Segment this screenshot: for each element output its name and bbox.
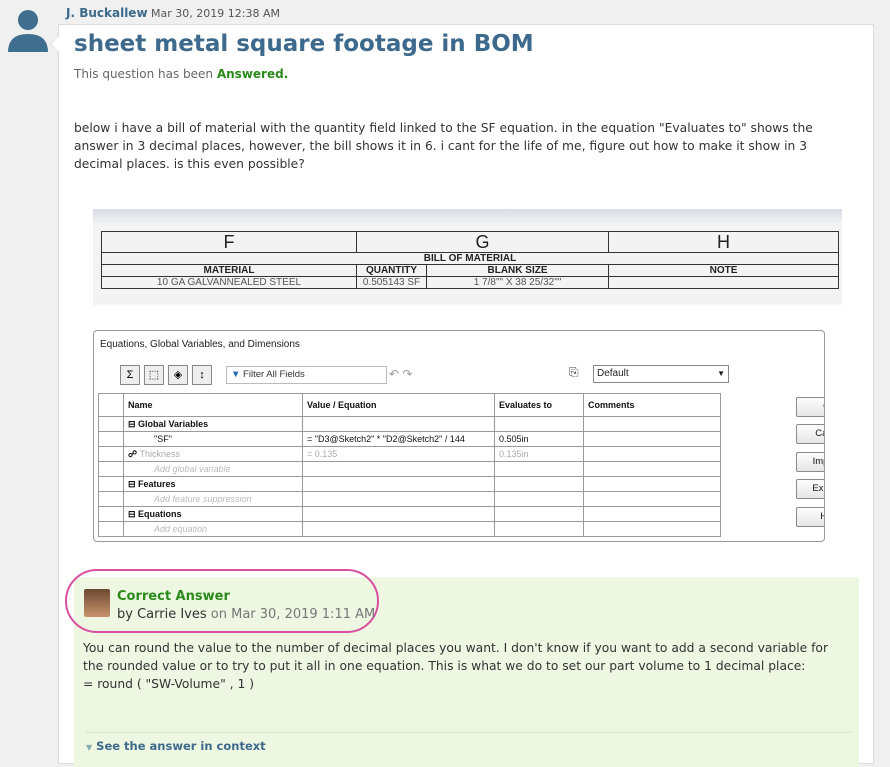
bom-col-letter: H <box>608 231 839 253</box>
bom-header: BLANK SIZE <box>426 264 609 277</box>
question-card: sheet metal square footage in BOM This q… <box>50 24 874 767</box>
row-name: Features <box>138 478 176 489</box>
status-answered-link[interactable]: Answered. <box>217 67 288 81</box>
row-value: = 0.135 <box>302 446 495 462</box>
ok-button[interactable]: OK <box>796 397 824 417</box>
table-row[interactable]: ⊟ Equations <box>98 506 721 522</box>
filter-input[interactable]: ▼ Filter All Fields <box>226 366 387 384</box>
table-row[interactable]: "SF" = "D3@Sketch2" * "D2@Sketch2" / 144 0… <box>98 431 721 447</box>
table-row[interactable]: ⊟ Features <box>98 476 721 492</box>
table-row[interactable]: ⊟ Global Variables <box>98 416 721 432</box>
user-avatar-icon[interactable] <box>8 8 48 52</box>
bom-header: MATERIAL <box>101 264 357 277</box>
bom-col-letter: F <box>101 231 357 253</box>
col-header: Evaluates to <box>494 393 584 417</box>
row-placeholder[interactable]: Add global variable <box>123 461 303 477</box>
correct-answer-label: Correct Answer <box>117 589 230 604</box>
chevron-down-icon: ▼ <box>86 743 93 752</box>
import-button[interactable]: Import... <box>796 452 824 472</box>
answer-date: on Mar 30, 2019 1:11 AM <box>210 607 376 622</box>
context-link-label: See the answer in context <box>96 739 266 753</box>
bom-cell: 10 GA GALVANNEALED STEEL <box>101 276 357 289</box>
sort-icon[interactable]: ↕ <box>192 365 212 385</box>
bom-header: NOTE <box>608 264 839 277</box>
answerer-link[interactable]: Carrie Ives <box>137 607 207 622</box>
bom-caption: BILL OF MATERIAL <box>101 252 839 265</box>
configuration-value: Default <box>597 368 629 379</box>
filter-label: Filter All Fields <box>243 369 305 380</box>
row-name: Thickness <box>139 448 180 459</box>
bom-header: QUANTITY <box>356 264 427 277</box>
question-status: This question has been Answered. <box>74 67 288 81</box>
question-body: below i have a bill of material with the… <box>74 121 813 171</box>
row-value[interactable]: = "D3@Sketch2" * "D2@Sketch2" / 144 <box>302 431 495 447</box>
table-row[interactable]: ☍ Thickness = 0.135 0.135in <box>98 446 721 462</box>
row-placeholder[interactable]: Add equation <box>123 521 303 537</box>
table-row[interactable]: Add feature suppression <box>98 491 721 507</box>
row-name: Global Variables <box>138 418 209 429</box>
bom-cell: 1 7/8"" X 38 25/32"" <box>426 276 609 289</box>
answer-byline: by Carrie Ives on Mar 30, 2019 1:11 AM <box>117 607 375 622</box>
post-meta: J. Buckallew Mar 30, 2019 12:38 AM <box>66 6 280 20</box>
bom-screenshot: F G H BILL OF MATERIAL MATERIAL QUANTITY… <box>93 209 842 305</box>
help-button[interactable]: Help <box>796 507 824 527</box>
cancel-button[interactable]: Cancel <box>796 424 824 444</box>
sketch-view-icon[interactable]: ⬚ <box>144 365 164 385</box>
row-name: Equations <box>138 508 182 519</box>
correct-answer-box: Correct Answer by Carrie Ives on Mar 30,… <box>65 569 859 767</box>
row-eval: 0.135in <box>494 446 584 462</box>
answer-formula: = round ( "SW-Volume" , 1 ) <box>83 677 255 691</box>
answer-body: You can round the value to the number of… <box>83 639 848 693</box>
answer-text: You can round the value to the number of… <box>83 641 829 673</box>
question-title[interactable]: sheet metal square footage in BOM <box>74 31 534 57</box>
col-header: Value / Equation <box>302 393 495 417</box>
post-date: Mar 30, 2019 12:38 AM <box>151 7 280 20</box>
row-eval: 0.505in <box>494 431 584 447</box>
byline-prefix: by <box>117 607 133 622</box>
filter-icon: ▼ <box>231 369 244 380</box>
dialog-toolbar: Σ ⬚ ◈ ↕ ▼ Filter All Fields <box>120 364 387 386</box>
configuration-select[interactable]: Default ▼ <box>593 365 729 383</box>
feature-view-icon[interactable]: ◈ <box>168 365 188 385</box>
equations-dialog-screenshot: Equations, Global Variables, and Dimensi… <box>93 330 825 542</box>
bom-col-letter: G <box>356 231 609 253</box>
table-row[interactable]: Add global variable <box>98 461 721 477</box>
author-link[interactable]: J. Buckallew <box>66 6 148 20</box>
export-button[interactable]: Export... <box>796 479 824 499</box>
bom-cell: 0.505143 SF <box>356 276 427 289</box>
undo-redo-icon[interactable]: ↶ ↷ <box>389 367 412 381</box>
sigma-view-icon[interactable]: Σ <box>120 365 140 385</box>
table-row[interactable]: Add equation <box>98 521 721 537</box>
status-prefix: This question has been <box>74 67 214 81</box>
bom-cell <box>608 276 839 289</box>
col-header: Name <box>123 393 303 417</box>
see-answer-context-link[interactable]: ▼ See the answer in context <box>86 739 266 753</box>
chevron-down-icon: ▼ <box>717 369 725 378</box>
row-placeholder[interactable]: Add feature suppression <box>123 491 303 507</box>
link-icon: ☍ <box>128 448 138 459</box>
col-header: Comments <box>583 393 721 417</box>
row-name: "SF" <box>123 431 303 447</box>
configuration-icon: ⎘ <box>569 365 579 379</box>
dialog-title: Equations, Global Variables, and Dimensi… <box>100 339 300 350</box>
equations-table: Name Value / Equation Evaluates to Comme… <box>98 393 721 537</box>
